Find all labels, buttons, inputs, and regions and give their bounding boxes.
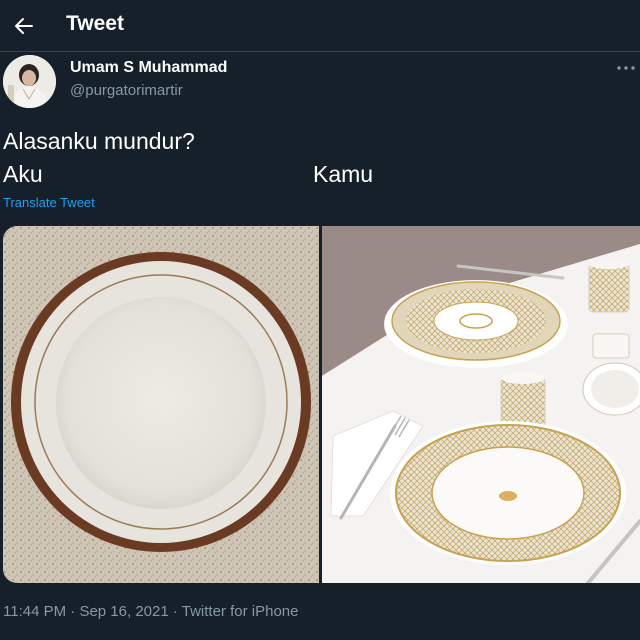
avatar[interactable] xyxy=(3,55,56,108)
plain-plate-photo xyxy=(3,226,319,583)
tweet-text-kamu: Kamu xyxy=(313,161,374,187)
tweet-meta: 11:44 PM · Sep 16, 2021 · Twitter for iP… xyxy=(3,603,298,620)
top-header: Tweet xyxy=(0,0,640,52)
meta-separator: · xyxy=(66,603,80,620)
tweet-media[interactable] xyxy=(3,226,640,583)
tweet-text-aku: Aku xyxy=(3,161,43,187)
author-handle[interactable]: @purgatorimartir xyxy=(70,82,183,99)
back-button[interactable] xyxy=(8,10,40,42)
tweet-text-line-1: Alasanku mundur? xyxy=(3,128,195,154)
tweet-time[interactable]: 11:44 PM xyxy=(3,603,66,620)
page-title: Tweet xyxy=(66,12,124,35)
more-options-button[interactable] xyxy=(614,58,638,78)
author-display-name[interactable]: Umam S Muhammad xyxy=(70,59,227,77)
meta-separator-2: · xyxy=(168,603,182,620)
arrow-left-icon xyxy=(15,18,33,34)
translate-tweet-link[interactable]: Translate Tweet xyxy=(3,195,95,210)
tweet-source[interactable]: Twitter for iPhone xyxy=(182,603,299,620)
avatar-image xyxy=(3,55,56,108)
luxury-plates-photo xyxy=(322,226,640,583)
tweet-date[interactable]: Sep 16, 2021 xyxy=(79,603,168,620)
more-horizontal-icon xyxy=(617,66,635,70)
